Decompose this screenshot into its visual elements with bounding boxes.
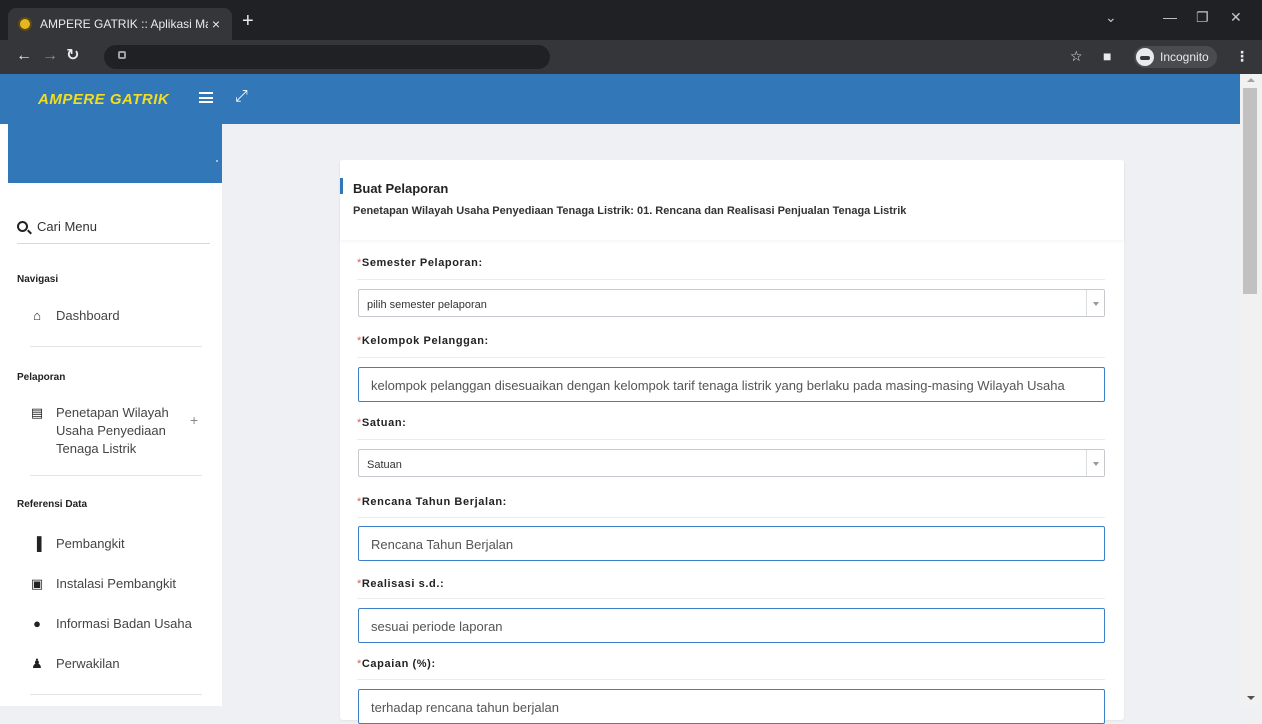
page-title: Buat Pelaporan (353, 181, 449, 196)
semester-label: *Semester Pelaporan: (357, 257, 483, 269)
realisasi-label: *Realisasi s.d.: (357, 578, 444, 590)
document-icon: ▤ (30, 405, 44, 420)
browser-tabstrip: AMPERE GATRIK :: Aplikasi Mana × + ⌄ — ❐… (0, 0, 1262, 40)
sidebar-item-dashboard[interactable]: ⌂ Dashboard (30, 308, 120, 323)
sidebar-item-label: Pembangkit (56, 536, 125, 551)
incognito-label: Incognito (1160, 50, 1209, 64)
dropdown-caret-icon[interactable] (1086, 450, 1104, 476)
field-separator (357, 439, 1105, 440)
users-icon: ♟ (31, 656, 43, 671)
sidebar: Cari Menu Navigasi ⌂ Dashboard Pelaporan… (0, 124, 222, 706)
field-separator (357, 598, 1105, 599)
restore-icon[interactable]: ❐ (1196, 9, 1209, 26)
factory-icon: ▐ (32, 536, 42, 551)
side-panel-icon[interactable]: ■ (1103, 48, 1111, 64)
forward-icon[interactable]: → (42, 48, 58, 64)
favicon-icon (18, 17, 32, 31)
sidebar-divider (30, 694, 202, 695)
bookmark-star-icon[interactable]: ☆ (1070, 48, 1083, 65)
semester-select-value: pilih semester pelaporan (367, 299, 487, 311)
capaian-label: *Capaian (%): (357, 658, 436, 670)
semester-select[interactable]: pilih semester pelaporan (358, 289, 1105, 317)
menu-search[interactable]: Cari Menu (17, 219, 210, 244)
sidebar-item-perwakilan[interactable]: ♟ Perwakilan (30, 656, 120, 672)
capaian-label-text: Capaian (%): (361, 658, 436, 670)
satuan-label: *Satuan: (357, 417, 406, 429)
rencana-input[interactable]: Rencana Tahun Berjalan (358, 526, 1105, 561)
tab-title: AMPERE GATRIK :: Aplikasi Mana (40, 17, 208, 31)
penetapan-line-3: Tenaga Listrik (56, 441, 137, 456)
rencana-label-text: Rencana Tahun Berjalan: (361, 496, 507, 508)
sidebar-divider (30, 475, 202, 476)
sidebar-divider (30, 346, 202, 347)
capaian-input[interactable]: terhadap rencana tahun berjalan (358, 689, 1105, 724)
app-header: AMPERE GATRIK ⤢ (0, 74, 1240, 124)
kelompok-label-text: Kelompok Pelanggan: (361, 335, 489, 347)
installation-icon: ▣ (30, 576, 44, 591)
scroll-up-icon[interactable] (1247, 78, 1255, 82)
expand-plus-icon[interactable]: + (190, 412, 198, 428)
search-icon (17, 221, 28, 232)
realisasi-label-text: Realisasi s.d.: (361, 578, 445, 590)
back-icon[interactable]: ← (16, 48, 32, 64)
sidebar-item-label: Penetapan Wilayah Usaha Penyediaan Tenag… (56, 404, 169, 458)
sidebar-item-instalasi[interactable]: ▣ Instalasi Pembangkit (30, 576, 176, 592)
kelompok-label: *Kelompok Pelanggan: (357, 335, 489, 347)
field-separator (357, 357, 1105, 358)
scrollbar-thumb[interactable] (1243, 88, 1257, 294)
satuan-select[interactable]: Satuan (358, 449, 1105, 477)
title-accent (340, 178, 343, 194)
browser-menu-icon[interactable]: ⋮ (1235, 48, 1249, 65)
page-scrollbar[interactable] (1240, 74, 1262, 706)
satuan-select-value: Satuan (367, 459, 402, 471)
browser-toolbar: ← → ↻ ☆ ■ Incognito ⋮ (0, 40, 1262, 74)
section-referensi: Referensi Data (17, 499, 88, 510)
sidebar-item-penetapan[interactable]: ▤ Penetapan Wilayah Usaha Penyediaan Ten… (30, 404, 169, 458)
field-separator (357, 517, 1105, 518)
report-form-card: Buat Pelaporan Penetapan Wilayah Usaha P… (340, 160, 1124, 724)
banner-dot (216, 160, 218, 162)
browser-tab[interactable]: AMPERE GATRIK :: Aplikasi Mana × (8, 8, 232, 40)
semester-label-text: Semester Pelaporan: (361, 257, 483, 269)
realisasi-input[interactable]: sesuai periode laporan (358, 608, 1105, 643)
sidebar-item-label: Instalasi Pembangkit (56, 576, 176, 591)
window-close-icon[interactable]: ✕ (1230, 9, 1242, 26)
scroll-down-icon[interactable] (1247, 696, 1255, 700)
satuan-label-text: Satuan: (361, 417, 407, 429)
tab-close-icon[interactable]: × (208, 16, 224, 32)
tab-search-icon[interactable]: ⌄ (1105, 9, 1117, 26)
info-icon: ● (33, 616, 41, 631)
sidebar-item-pembangkit[interactable]: ▐ Pembangkit (30, 536, 125, 551)
sidebar-item-label: Informasi Badan Usaha (56, 616, 192, 631)
dropdown-caret-icon[interactable] (1086, 290, 1104, 316)
reload-icon[interactable]: ↻ (66, 48, 79, 64)
menu-search-label: Cari Menu (37, 219, 97, 234)
section-pelaporan: Pelaporan (17, 372, 66, 383)
incognito-icon (1136, 48, 1154, 66)
new-tab-button[interactable]: + (242, 11, 254, 31)
field-separator (357, 679, 1105, 680)
fullscreen-icon[interactable]: ⤢ (235, 88, 248, 106)
kelompok-input[interactable]: kelompok pelanggan disesuaikan dengan ke… (358, 367, 1105, 402)
field-separator (357, 279, 1105, 280)
hamburger-menu-icon[interactable] (199, 92, 213, 103)
sidebar-item-informasi[interactable]: ● Informasi Badan Usaha (30, 616, 192, 631)
sidebar-item-label: Dashboard (56, 308, 120, 323)
minimize-icon[interactable]: — (1163, 9, 1177, 25)
lock-icon (118, 51, 126, 59)
penetapan-line-2: Usaha Penyediaan (56, 423, 166, 438)
rencana-label: *Rencana Tahun Berjalan: (357, 496, 507, 508)
page-subtitle: Penetapan Wilayah Usaha Penyediaan Tenag… (353, 205, 907, 217)
section-navigasi: Navigasi (17, 274, 59, 285)
penetapan-line-1: Penetapan Wilayah (56, 405, 169, 420)
address-bar[interactable] (104, 45, 550, 69)
brand-logo[interactable]: AMPERE GATRIK (38, 91, 169, 108)
home-icon: ⌂ (33, 308, 41, 323)
sidebar-banner (8, 124, 222, 183)
card-header: Buat Pelaporan Penetapan Wilayah Usaha P… (340, 160, 1124, 240)
incognito-badge[interactable]: Incognito (1134, 46, 1217, 68)
sidebar-item-label: Perwakilan (56, 656, 120, 671)
